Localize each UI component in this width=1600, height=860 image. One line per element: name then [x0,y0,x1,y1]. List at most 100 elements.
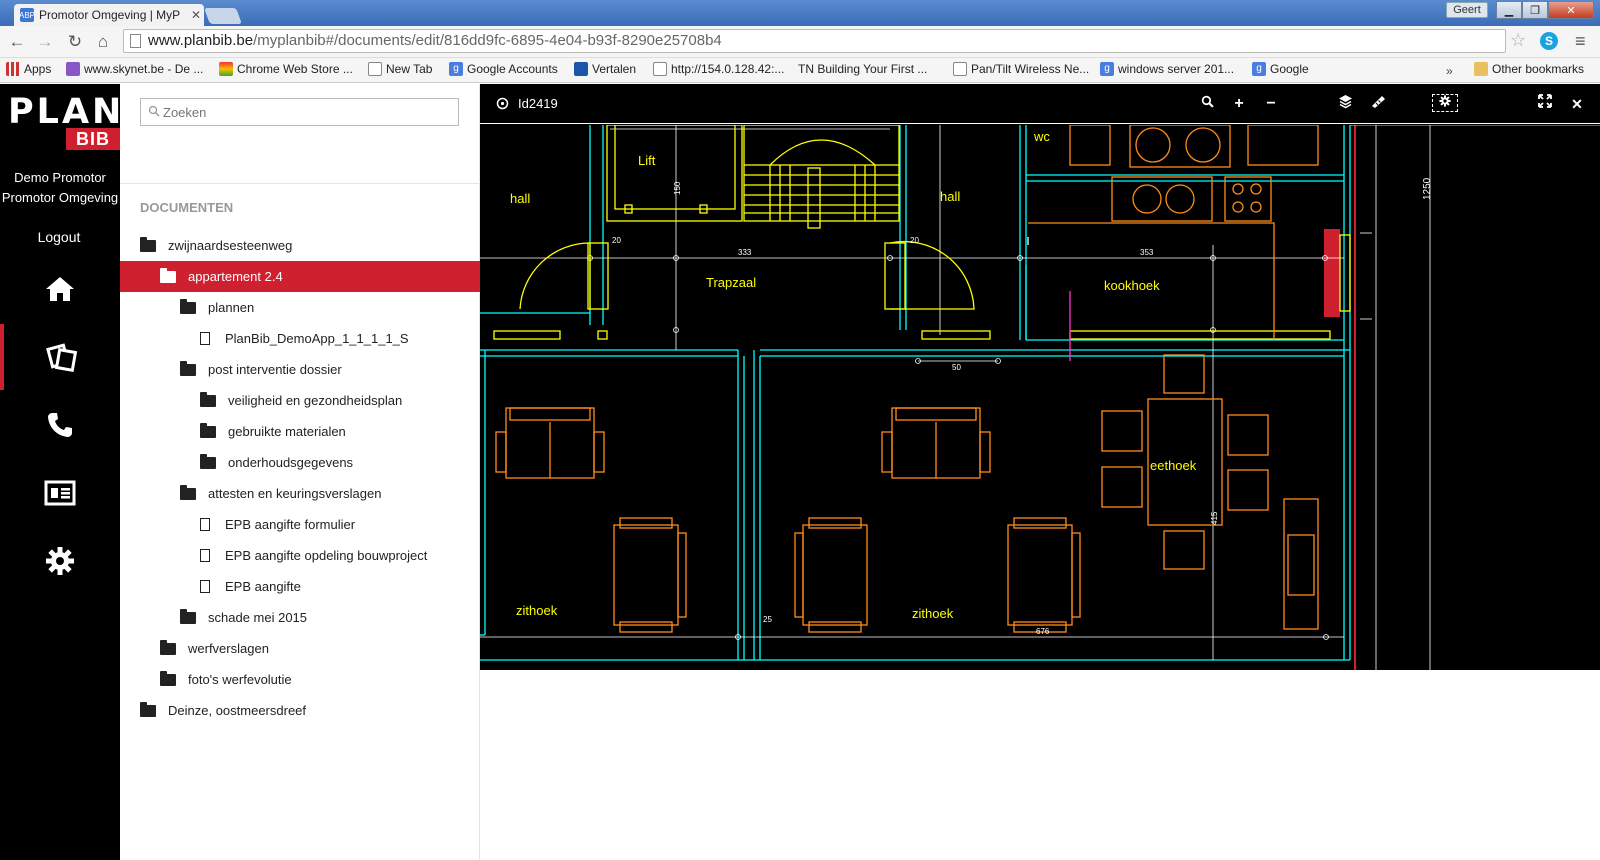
close-icon[interactable]: ✕ [1567,94,1587,114]
dimension-label: 50 [952,363,961,372]
zoom-out-icon[interactable]: − [1261,94,1281,114]
dimension-label: 20 [910,236,919,245]
layers-icon [1338,95,1352,109]
tree-file-item[interactable]: EPB aangifte opdeling bouwproject [120,540,480,571]
tree-file-item[interactable]: PlanBib_DemoApp_1_1_1_1_S [120,323,480,354]
bookmark-tn[interactable]: TN Building Your First ... [798,62,927,76]
url-path: /myplanbib#/documents/edit/816dd9fc-6895… [253,32,722,49]
favicon-icon: ABP [19,8,35,22]
tree-folder-item[interactable]: post interventie dossier [120,354,480,385]
bookmark-new-tab[interactable]: New Tab [368,62,432,76]
tree-folder-item[interactable]: schade mei 2015 [120,602,480,633]
fullscreen-button[interactable] [1535,94,1555,114]
search-input[interactable] [140,98,459,126]
bookmark-star-icon[interactable]: ☆ [1510,30,1526,51]
plan-label: hall [510,191,530,206]
bookmark-webstore[interactable]: Chrome Web Store ... [219,62,353,76]
nav-documents[interactable] [0,324,120,390]
bookmarks-overflow-button[interactable]: » [1446,64,1453,78]
home-button[interactable]: ⌂ [92,32,114,52]
tree-folder-item[interactable]: Deinze, oostmeersdreef [120,695,480,726]
reload-button[interactable]: ↻ [64,32,86,52]
browser-toolbar: ← → ↻ ⌂ www.planbib.be/myplanbib#/docume… [0,26,1600,58]
nav-contacts[interactable] [0,460,120,526]
folder-icon [180,298,196,314]
new-tab-button[interactable] [204,8,242,24]
page-icon [653,62,667,76]
address-bar[interactable]: www.planbib.be/myplanbib#/documents/edit… [123,29,1506,53]
bookmark-skynet[interactable]: www.skynet.be - De ... [66,62,203,76]
tree-item-label: EPB aangifte formulier [225,517,356,532]
nav-phone[interactable] [0,392,120,458]
search-icon [1201,95,1214,108]
plan-label: zithoek [516,603,558,618]
logout-link[interactable]: Logout [0,229,118,245]
document-id: Id2419 [518,96,558,111]
plan-label: kookhoek [1104,278,1160,293]
tree-folder-item[interactable]: werfverslagen [120,633,480,664]
forward-button[interactable]: → [34,32,56,52]
other-bookmarks[interactable]: Other bookmarks [1474,62,1584,76]
bookmark-apps[interactable]: Apps [6,62,51,76]
page-icon [130,34,141,48]
crosshair-icon[interactable] [496,97,509,110]
tree-folder-item[interactable]: zwijnaardsesteenweg [120,230,480,261]
tree-folder-item[interactable]: plannen [120,292,480,323]
nav-home[interactable] [0,256,120,322]
folder-icon [140,701,156,717]
bookmark-vertalen[interactable]: Vertalen [574,62,636,76]
planbib-logo[interactable]: PLAN BIB [6,92,121,150]
tree-folder-item[interactable]: appartement 2.4 [120,261,480,292]
restore-button[interactable]: ❐ [1522,1,1548,19]
bookmark-google-accounts[interactable]: g Google Accounts [449,62,558,76]
nav-settings[interactable] [0,528,120,594]
tree-item-label: foto's werfevolutie [188,672,292,687]
chrome-menu-icon[interactable]: ≡ [1575,31,1586,52]
file-icon [200,332,210,345]
tree-folder-item[interactable]: attesten en keuringsverslagen [120,478,480,509]
measure-button[interactable] [1368,94,1388,114]
plan-label: Lift [638,153,656,168]
file-icon [200,580,210,593]
bookmark-ip[interactable]: http://154.0.128.42:... [653,62,784,76]
tree-folder-item[interactable]: gebruikte materialen [120,416,480,447]
folder-icon [200,391,216,407]
viewer-settings-button[interactable] [1432,94,1458,112]
bookmark-google[interactable]: g Google [1252,62,1309,76]
plan-label: hall [940,189,960,204]
tree-file-item[interactable]: EPB aangifte [120,571,480,602]
document-tree: zwijnaardsesteenweg appartement 2.4 planne… [120,230,480,726]
layers-button[interactable] [1335,94,1355,114]
profile-button[interactable]: Geert [1446,2,1488,18]
browser-tab[interactable]: ABP Promotor Omgeving | MyP ✕ [14,4,204,26]
tree-item-label: EPB aangifte [225,579,301,594]
folder-icon [160,267,176,283]
floor-plan-drawing[interactable]: hall Lift Trapzaal hall wc kookhoek eeth… [480,125,1600,670]
section-title: DOCUMENTEN [140,200,234,215]
tree-folder-item[interactable]: foto's werfevolutie [120,664,480,695]
url-host: www.planbib.be [148,32,254,49]
tab-close-icon[interactable]: ✕ [191,8,201,22]
window-close-button[interactable]: ✕ [1548,1,1594,19]
google-icon: g [1100,62,1114,76]
search-icon [148,105,160,117]
dimension-label: 25 [763,615,772,624]
zoom-in-icon[interactable]: + [1229,94,1249,114]
tree-item-label: schade mei 2015 [208,610,308,625]
viewer-search-button[interactable] [1197,94,1217,114]
minimize-button[interactable]: ▁ [1496,1,1522,19]
tree-folder-item[interactable]: veiligheid en gezondheidsplan [120,385,480,416]
back-button[interactable]: ← [6,32,28,52]
documents-icon [46,343,78,372]
folder-icon [160,639,176,655]
tree-folder-item[interactable]: onderhoudsgegevens [120,447,480,478]
dimension-label: 353 [1140,248,1154,257]
bookmark-windows-server[interactable]: g windows server 201... [1100,62,1234,76]
folder-icon [160,670,176,686]
folder-icon [180,608,196,624]
skype-icon[interactable]: S [1540,32,1558,50]
viewer-title: Id2419 [496,96,558,111]
tree-file-item[interactable]: EPB aangifte formulier [120,509,480,540]
bookmark-pan-tilt[interactable]: Pan/Tilt Wireless Ne... [953,62,1089,76]
translate-icon [574,62,588,76]
